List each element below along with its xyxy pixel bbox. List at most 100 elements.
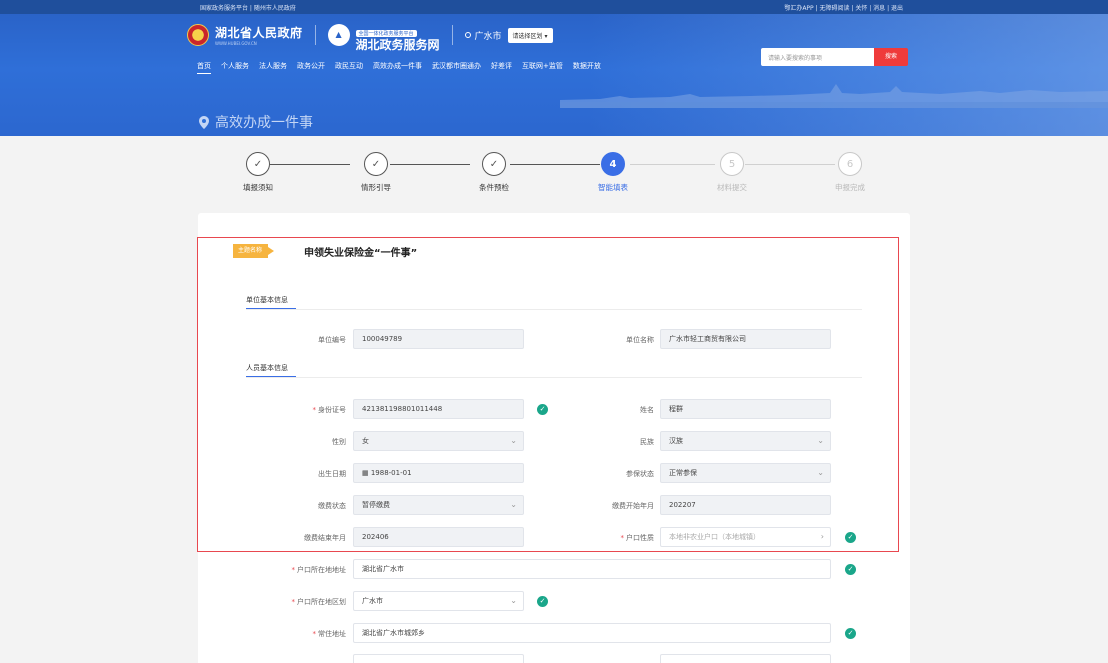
chevron-down-icon: ⌄ [817,468,824,477]
section-title-text: 单位基本信息 [246,296,288,304]
step-number: 5 [720,152,744,176]
pay-status-select[interactable]: 暂停缴费 ⌄ [353,495,524,515]
nav-item-open-data[interactable]: 数据开放 [573,61,601,74]
pay-status-label: 缴费状态 [318,502,346,510]
check-circle-icon: ✓ [845,532,856,543]
required-mark: * [620,534,625,542]
caret-down-icon: ▾ [544,32,548,40]
section-rule [246,309,862,310]
region-select-label: 请选择区划 [512,32,543,40]
check-icon: ✓ [246,152,270,176]
map-pin-icon [199,115,209,129]
calendar-icon: ▦ [362,469,371,477]
step-3: ✓ 条件预检 [464,152,524,193]
birth-date-field[interactable]: ▦ 1988-01-01 [353,463,524,483]
name-field[interactable]: 程群 [660,399,831,419]
id-card-label: * 身份证号 [256,405,347,415]
nav-item-rating[interactable]: 好差评 [491,61,512,74]
nav-item-personal[interactable]: 个人服务 [221,61,249,74]
hukou-region-label: * 户口所在地区划 [256,597,347,607]
select-value: 本地非农业户口（本地城镇） [669,533,760,541]
birth-label: 出生日期 [318,470,346,478]
partial-field[interactable] [660,654,831,663]
location[interactable]: 广水市 [464,29,502,42]
page-subtitle: 高效办成一件事 [199,112,313,132]
topic-tag: 主题名称 [233,244,275,258]
ethnic-select[interactable]: 汉族 ⌄ [660,431,831,451]
pay-start-field[interactable]: 202207 [660,495,831,515]
gender-select[interactable]: 女 ⌄ [353,431,524,451]
step-label: 填报须知 [243,183,273,192]
nav-item-corporate[interactable]: 法人服务 [259,61,287,74]
insured-status-select[interactable]: 正常参保 ⌄ [660,463,831,483]
step-label: 情形引导 [361,183,391,192]
nav-item-interaction[interactable]: 政民互动 [335,61,363,74]
hukou-address-label: * 户口所在地地址 [256,565,347,575]
hukou-region-select[interactable]: 广水市 ⌄ [353,591,524,611]
step-6: 6 申报完成 [820,152,880,193]
step-label: 智能填表 [598,183,628,192]
partial-field[interactable] [353,654,524,663]
required-mark: * [291,566,296,574]
chevron-right-icon: › [820,532,824,541]
ethnic-label: 民族 [640,438,654,446]
step-label: 材料提交 [717,183,747,192]
nav-item-gov-affairs[interactable]: 政务公开 [297,61,325,74]
banner-sky [588,14,1108,136]
nav-item-one-thing[interactable]: 高效办成一件事 [373,61,422,74]
top-links-left[interactable]: 国家政务服务平台 | 随州市人民政府 [200,3,296,12]
platform-name: 湖北政务服务网 [355,37,440,52]
region-select[interactable]: 请选择区划 ▾ [507,27,553,43]
pay-start-label: 缴费开始年月 [612,502,654,510]
label-text: 常住地址 [318,630,346,638]
date-value: 1988-01-01 [370,469,412,477]
required-mark: * [312,630,317,638]
search-button[interactable]: 搜索 [874,48,908,66]
label-text: 身份证号 [318,406,346,414]
top-links-right[interactable]: 鄂汇办APP | 无障碍阅读 | 关怀 | 消息 | 退出 [784,3,903,12]
check-circle-icon: ✓ [537,404,548,415]
hukou-type-label: * 户口性质 [564,533,655,543]
step-label: 条件预检 [479,183,509,192]
city-skyline-image [560,84,1108,108]
pay-end-field[interactable]: 202406 [353,527,524,547]
nav-item-home[interactable]: 首页 [197,61,211,74]
required-mark: * [312,406,317,414]
platform-logo-icon: ▲ [327,24,350,46]
step-4: 4 智能填表 [583,152,643,193]
name-label: 姓名 [640,406,654,414]
step-2: ✓ 情形引导 [346,152,406,193]
check-icon: ✓ [482,152,506,176]
logo-area[interactable]: 湖北省人民政府 WWW.HUBEI.GOV.CN ▲ 全国一体化政务服务平台 湖… [187,22,553,52]
id-card-field[interactable]: 421381198801011448 [353,399,524,419]
unit-id-label: 单位编号 [318,336,346,344]
location-icon [464,32,471,38]
unit-section-title: 单位基本信息 [246,295,296,310]
section-title-text: 人员基本信息 [246,364,288,372]
divider [314,25,316,45]
chevron-down-icon: ⌄ [817,436,824,445]
step-label: 申报完成 [835,183,865,192]
subtitle-text: 高效办成一件事 [215,115,313,131]
select-value: 汉族 [669,437,683,445]
progress-steps: ✓ 填报须知 ✓ 情形引导 ✓ 条件预检 4 智能填表 5 材料提交 6 申报完… [200,152,908,202]
search-input[interactable]: 请输入要搜索的事项 [761,48,874,66]
gov-name: 湖北省人民政府 [215,26,303,40]
residence-field[interactable]: 湖北省广水市城郊乡 [353,623,831,643]
topic-title: 申领失业保险金“一件事” [304,248,418,259]
unit-name-field[interactable]: 广水市轻工商贸有限公司 [660,329,831,349]
nav-item-wuhan[interactable]: 武汉都市圈通办 [432,61,481,74]
hukou-type-select[interactable]: 本地非农业户口（本地城镇） › [660,527,831,547]
nav-item-supervision[interactable]: 互联网+监管 [522,61,563,74]
chevron-down-icon: ⌄ [510,596,517,605]
platform-tag: 全国一体化政务服务平台 [355,29,417,37]
select-value: 女 [362,437,369,445]
label-text: 户口性质 [626,534,654,542]
step-number: 4 [601,152,625,176]
check-icon: ✓ [364,152,388,176]
required-mark: * [291,598,296,606]
residence-label: * 常住地址 [256,629,347,639]
hukou-address-field[interactable]: 湖北省广水市 [353,559,831,579]
divider [451,25,453,45]
unit-id-field[interactable]: 100049789 [353,329,524,349]
